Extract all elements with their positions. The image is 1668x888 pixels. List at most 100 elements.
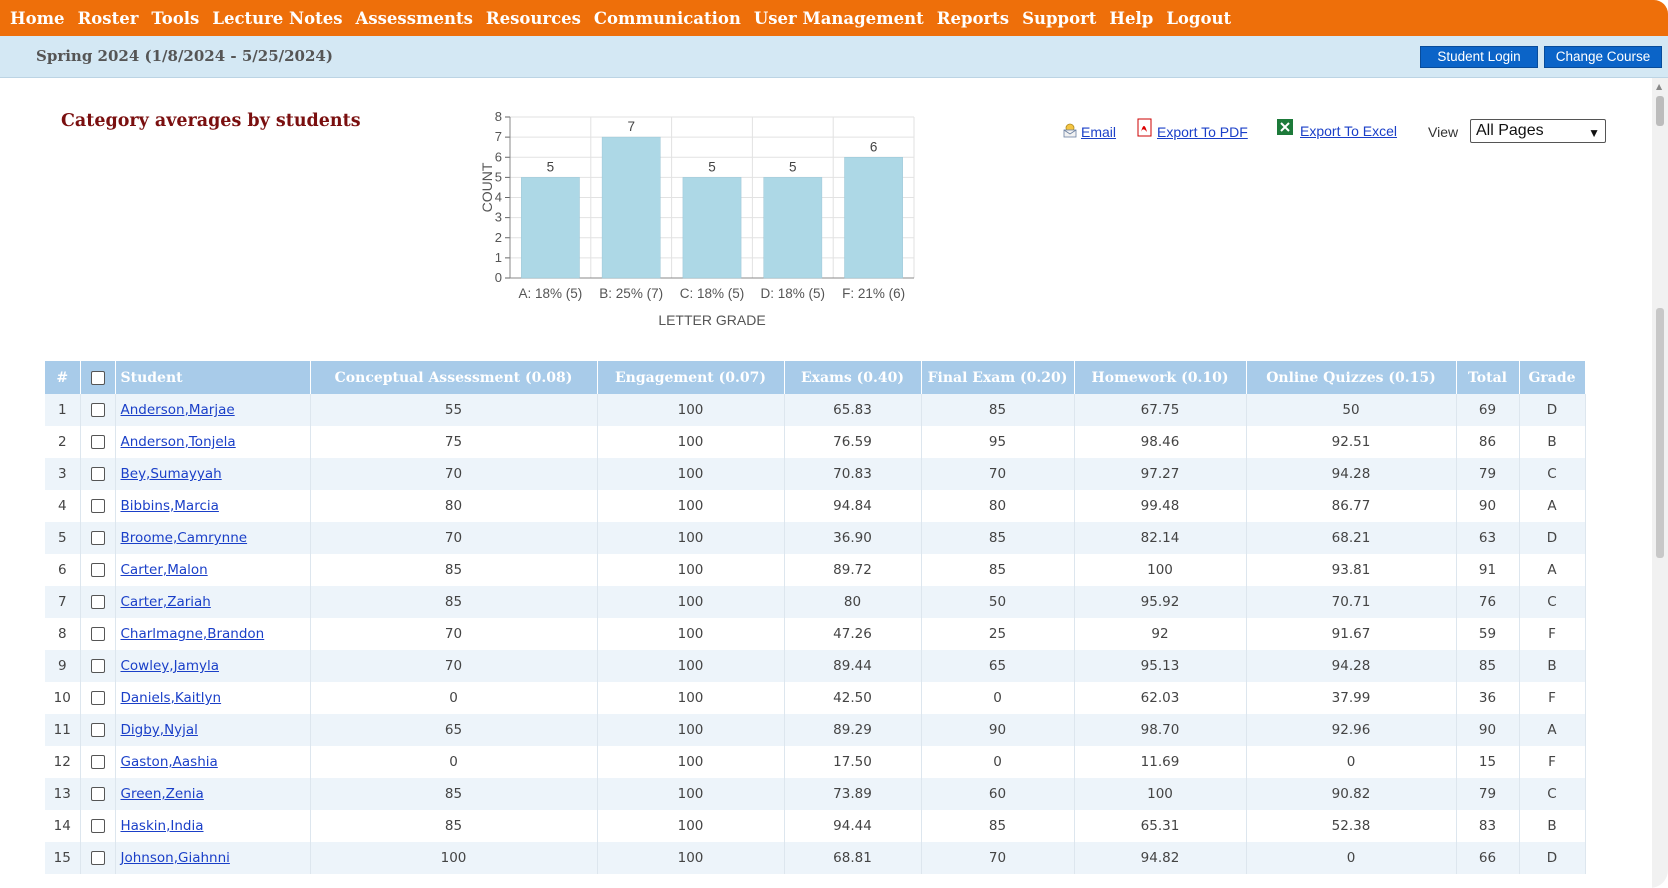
- student-link[interactable]: Anderson,Tonjela: [121, 434, 236, 450]
- y-tick-label: 7: [495, 129, 502, 144]
- table-cell: F: [1519, 682, 1586, 714]
- row-checkbox[interactable]: [90, 595, 105, 609]
- table-cell: 82.14: [1074, 522, 1247, 554]
- row-checkbox[interactable]: [90, 467, 105, 481]
- table-row: 15 Johnson,Giahnni 100 100 68.81 70 94.82 0 66 D: [45, 842, 1586, 874]
- row-checkbox-cell[interactable]: [80, 714, 116, 746]
- row-checkbox-cell[interactable]: [80, 426, 116, 458]
- student-link[interactable]: Haskin,India: [121, 818, 204, 834]
- x-tick-label: F: 21% (6): [842, 286, 905, 301]
- table-cell: C: [1519, 458, 1586, 490]
- row-checkbox[interactable]: [90, 851, 105, 865]
- export-pdf-label: Export To PDF: [1157, 123, 1248, 140]
- nav-item-reports[interactable]: Reports: [937, 9, 1009, 28]
- nav-item-resources[interactable]: Resources: [486, 9, 581, 28]
- table-cell: D: [1519, 522, 1586, 554]
- table-cell: 55: [310, 394, 598, 426]
- student-link[interactable]: Carter,Zariah: [121, 594, 211, 610]
- nav-item-help[interactable]: Help: [1109, 9, 1153, 28]
- row-checkbox[interactable]: [90, 787, 105, 801]
- student-link[interactable]: Johnson,Giahnni: [121, 850, 230, 866]
- row-checkbox-cell[interactable]: [80, 778, 116, 810]
- student-link[interactable]: Charlmagne,Brandon: [121, 626, 265, 642]
- student-link[interactable]: Digby,Nyjal: [121, 722, 198, 738]
- row-checkbox[interactable]: [90, 723, 105, 737]
- row-checkbox-cell[interactable]: [80, 522, 116, 554]
- nav-item-home[interactable]: Home: [10, 9, 65, 28]
- nav-item-tools[interactable]: Tools: [151, 9, 199, 28]
- row-checkbox[interactable]: [90, 435, 105, 449]
- nav-item-lecture-notes[interactable]: Lecture Notes: [212, 9, 342, 28]
- student-link[interactable]: Green,Zenia: [121, 786, 204, 802]
- student-link[interactable]: Anderson,Marjae: [121, 402, 235, 418]
- table-cell: 85: [310, 810, 598, 842]
- table-cell: 52.38: [1246, 810, 1457, 842]
- page-title: Category averages by students: [61, 111, 361, 131]
- column-header: Exams (0.40): [784, 361, 922, 394]
- x-tick-label: C: 18% (5): [680, 286, 745, 301]
- table-row: 14 Haskin,India 85 100 94.44 85 65.31 52.38 83 B: [45, 810, 1586, 842]
- table-cell: 62.03: [1074, 682, 1247, 714]
- row-checkbox-cell[interactable]: [80, 618, 116, 650]
- table-cell: 100: [597, 778, 785, 810]
- export-pdf-link[interactable]: Export To PDF: [1136, 118, 1248, 141]
- vertical-scrollbar[interactable]: ▲: [1652, 78, 1668, 888]
- row-checkbox[interactable]: [90, 531, 105, 545]
- export-excel-link[interactable]: Export To Excel: [1276, 118, 1397, 139]
- row-checkbox-cell[interactable]: [80, 746, 116, 778]
- nav-item-support[interactable]: Support: [1022, 9, 1096, 28]
- row-checkbox[interactable]: [90, 627, 105, 641]
- row-checkbox[interactable]: [90, 819, 105, 833]
- scroll-thumb[interactable]: [1656, 308, 1664, 558]
- table-cell: 89.29: [784, 714, 922, 746]
- table-cell: C: [1519, 586, 1586, 618]
- row-checkbox[interactable]: [90, 659, 105, 673]
- table-cell: 59: [1456, 618, 1520, 650]
- select-all-checkbox[interactable]: [90, 370, 105, 385]
- table-cell: 100: [597, 650, 785, 682]
- student-link[interactable]: Bey,Sumayyah: [121, 466, 222, 482]
- view-select[interactable]: All Pages ▼: [1470, 119, 1606, 143]
- row-checkbox[interactable]: [90, 403, 105, 417]
- row-checkbox-cell[interactable]: [80, 394, 116, 426]
- email-label: Email: [1081, 123, 1117, 140]
- nav-item-logout[interactable]: Logout: [1166, 9, 1231, 28]
- row-checkbox-cell[interactable]: [80, 554, 116, 586]
- change-course-button[interactable]: Change Course: [1544, 46, 1662, 68]
- table-cell: 85: [1456, 650, 1520, 682]
- student-link[interactable]: Bibbins,Marcia: [121, 498, 219, 514]
- row-checkbox[interactable]: [90, 755, 105, 769]
- nav-item-roster[interactable]: Roster: [78, 9, 139, 28]
- row-checkbox-cell[interactable]: [80, 842, 116, 874]
- row-checkbox-cell[interactable]: [80, 490, 116, 522]
- row-checkbox-cell[interactable]: [80, 810, 116, 842]
- y-tick-label: 4: [495, 190, 502, 205]
- student-login-button[interactable]: Student Login: [1420, 46, 1538, 68]
- table-cell: 50: [1246, 394, 1457, 426]
- nav-item-communication[interactable]: Communication: [594, 9, 741, 28]
- student-link[interactable]: Gaston,Aashia: [121, 754, 218, 770]
- row-checkbox-cell[interactable]: [80, 458, 116, 490]
- select-all-checkbox-cell[interactable]: [80, 361, 116, 394]
- scroll-thumb-top[interactable]: [1656, 96, 1664, 126]
- scroll-up-icon[interactable]: ▲: [1656, 82, 1662, 91]
- student-link[interactable]: Broome,Camrynne: [121, 530, 248, 546]
- row-checkbox[interactable]: [90, 499, 105, 513]
- nav-item-user-management[interactable]: User Management: [754, 9, 924, 28]
- table-row: 6 Carter,Malon 85 100 89.72 85 100 93.81 91 A: [45, 554, 1586, 586]
- student-link[interactable]: Daniels,Kaitlyn: [121, 690, 222, 706]
- nav-item-assessments[interactable]: Assessments: [356, 9, 473, 28]
- row-checkbox-cell[interactable]: [80, 650, 116, 682]
- student-link[interactable]: Carter,Malon: [121, 562, 208, 578]
- student-link[interactable]: Cowley,Jamyla: [121, 658, 219, 674]
- row-checkbox[interactable]: [90, 691, 105, 705]
- excel-icon: [1276, 118, 1294, 139]
- row-checkbox-cell[interactable]: [80, 682, 116, 714]
- table-cell: 17.50: [784, 746, 922, 778]
- row-checkbox[interactable]: [90, 563, 105, 577]
- row-checkbox-cell[interactable]: [80, 586, 116, 618]
- bar-value-label: 5: [547, 159, 555, 174]
- table-cell: 100: [310, 842, 598, 874]
- email-link[interactable]: Email: [1062, 122, 1116, 141]
- table-cell: 80: [310, 490, 598, 522]
